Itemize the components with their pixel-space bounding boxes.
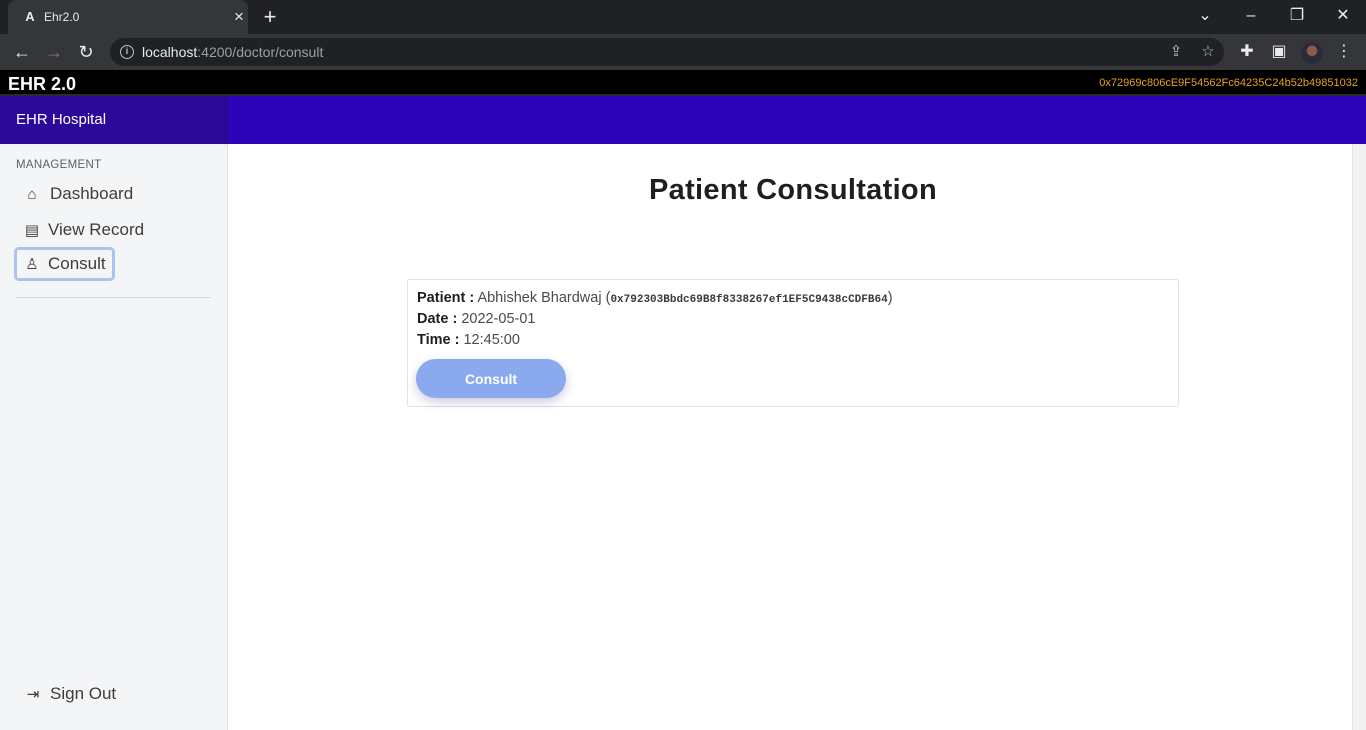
home-icon: ⌂ bbox=[27, 185, 37, 203]
patient-row: Patient : Abhishek Bhardwaj (0x792303Bbd… bbox=[417, 290, 893, 306]
sign-out-button[interactable]: ⇥ Sign Out bbox=[24, 681, 116, 707]
browser-tab-strip: A Ehr2.0 × + ⌄ – ❐ ✕ bbox=[0, 0, 1366, 34]
side-panel-icon[interactable]: ▣ bbox=[1267, 40, 1291, 64]
sidebar-item-view-record[interactable]: ▤ View Record bbox=[14, 213, 144, 247]
sidebar-item-label: Dashboard bbox=[50, 184, 134, 203]
date-row: Date : 2022-05-01 bbox=[417, 311, 536, 327]
reload-icon[interactable]: ↻ bbox=[74, 40, 98, 64]
sidebar-item-dashboard[interactable]: ⌂ Dashboard bbox=[14, 177, 133, 211]
url-text[interactable]: localhost:4200/doctor/consult bbox=[142, 44, 323, 60]
sidebar: EHR Hospital MANAGEMENT ⌂ Dashboard ▤ Vi… bbox=[0, 96, 228, 730]
doctor-icon: ♙ bbox=[25, 256, 39, 273]
back-icon[interactable]: ← bbox=[10, 40, 34, 64]
angular-icon: A bbox=[25, 9, 35, 24]
sign-out-icon: ⇥ bbox=[26, 686, 40, 703]
extensions-icon[interactable]: ✚ bbox=[1235, 40, 1259, 64]
patient-name: Abhishek Bhardwaj bbox=[477, 290, 602, 306]
section-label: MANAGEMENT bbox=[16, 159, 102, 171]
consult-button[interactable]: Consult bbox=[416, 359, 566, 398]
sidebar-divider bbox=[16, 297, 211, 298]
close-tab-icon[interactable]: × bbox=[230, 8, 248, 26]
sidebar-item-label: View Record bbox=[48, 220, 145, 239]
sidebar-item-label: Consult bbox=[48, 254, 106, 273]
main-content: Patient Consultation Patient : Abhishek … bbox=[228, 144, 1352, 730]
app-title: EHR 2.0 bbox=[8, 74, 77, 94]
minimize-icon[interactable]: – bbox=[1237, 4, 1265, 28]
window-close-icon[interactable]: ✕ bbox=[1329, 4, 1357, 28]
scrollbar[interactable] bbox=[1352, 144, 1366, 730]
site-info-icon[interactable]: i bbox=[120, 45, 134, 59]
tab-search-icon[interactable]: ⌄ bbox=[1191, 4, 1219, 28]
share-icon[interactable]: ⇪ bbox=[1166, 42, 1186, 62]
browser-tab[interactable]: A Ehr2.0 × bbox=[8, 0, 248, 34]
clipboard-icon: ▤ bbox=[24, 222, 40, 239]
brand-label: EHR Hospital bbox=[16, 111, 107, 128]
forward-icon[interactable]: → bbox=[42, 40, 66, 64]
tab-title: Ehr2.0 bbox=[44, 10, 80, 24]
browser-toolbar: ← → ↻ i localhost:4200/doctor/consult ⇪ … bbox=[0, 34, 1366, 70]
appointment-card: Patient : Abhishek Bhardwaj (0x792303Bbd… bbox=[407, 279, 1179, 407]
appointment-date: 2022-05-01 bbox=[461, 311, 536, 327]
sidebar-item-consult[interactable]: ♙ Consult bbox=[14, 247, 115, 281]
time-row: Time : 12:45:00 bbox=[417, 332, 520, 348]
app-header: EHR 2.0 0x72969c806cE9F54562Fc64235C24b5… bbox=[0, 70, 1366, 96]
wallet-address: 0x72969c806cE9F54562Fc64235C24b52b498510… bbox=[1099, 77, 1358, 89]
sidebar-brand: EHR Hospital bbox=[0, 96, 228, 144]
page-title: Patient Consultation bbox=[649, 174, 937, 206]
address-bar[interactable]: i localhost:4200/doctor/consult ⇪ ☆ bbox=[110, 38, 1224, 66]
top-nav-bar bbox=[228, 96, 1366, 144]
bookmark-star-icon[interactable]: ☆ bbox=[1198, 42, 1218, 62]
sign-out-label: Sign Out bbox=[50, 684, 117, 703]
browser-menu-icon[interactable]: ⋮ bbox=[1332, 40, 1356, 64]
patient-address: 0x792303Bbdc69B8f8338267ef1EF5C9438cCDFB… bbox=[610, 294, 888, 306]
new-tab-icon[interactable]: + bbox=[258, 5, 282, 29]
appointment-time: 12:45:00 bbox=[463, 332, 520, 348]
restore-icon[interactable]: ❐ bbox=[1283, 4, 1311, 28]
profile-avatar[interactable] bbox=[1301, 42, 1323, 64]
